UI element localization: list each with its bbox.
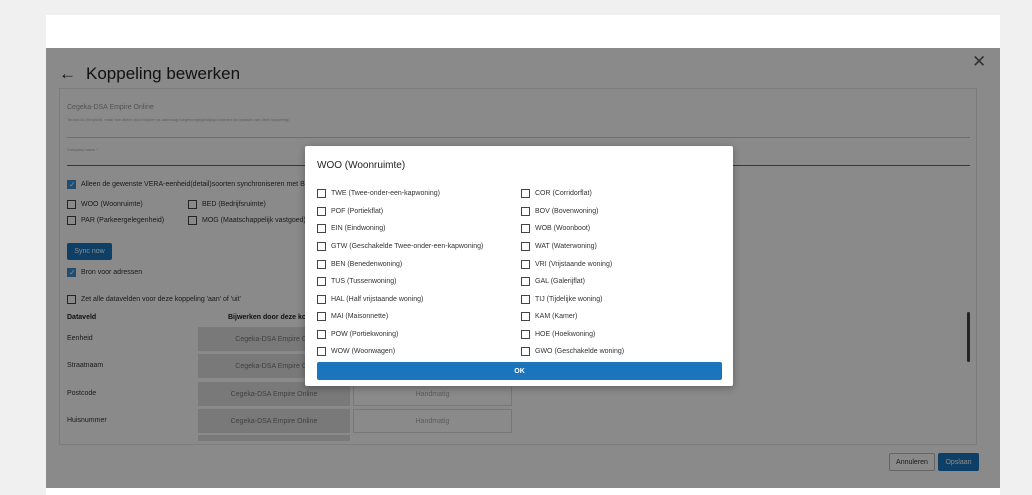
option-label: COR (Corridorflat) [535,190,592,197]
option-label: GTW (Geschakelde Twee-onder-een-kapwonin… [331,243,484,250]
modal-title: WOO (Woonruimte) [317,160,406,171]
option-label: WOW (Woonwagen) [331,348,396,355]
option-label: HAL (Half vrijstaande woning) [331,296,424,303]
option-label: VRI (Vrijstaande woning) [535,261,613,268]
option-label: TUS (Tussenwoning) [331,278,397,285]
option-label: BOV (Bovenwoning) [535,208,599,215]
modal-option[interactable]: TWE (Twee-onder-een-kapwoning) [317,189,440,198]
modal-option[interactable]: POF (Portiekflat) [317,207,383,216]
modal-option[interactable]: BOV (Bovenwoning) [521,207,598,216]
option-label: TWE (Twee-onder-een-kapwoning) [331,190,440,197]
option-checkbox[interactable] [317,189,326,198]
option-label: MAI (Maisonnette) [331,313,389,320]
option-label: GAL (Galerijflat) [535,278,585,285]
option-checkbox[interactable] [521,207,530,216]
modal-option[interactable]: GWO (Geschakelde woning) [521,347,624,356]
option-checkbox[interactable] [317,330,326,339]
option-label: WOB (Woonboot) [535,225,591,232]
option-label: EIN (Eindwoning) [331,225,386,232]
modal-option[interactable]: VRI (Vrijstaande woning) [521,260,612,269]
modal-option[interactable]: MAI (Maisonnette) [317,312,388,321]
modal-option[interactable]: WOB (Woonboot) [521,224,590,233]
option-label: POW (Portiekwoning) [331,331,399,338]
option-checkbox[interactable] [317,260,326,269]
option-checkbox[interactable] [521,242,530,251]
option-checkbox[interactable] [521,295,530,304]
modal-option[interactable]: POW (Portiekwoning) [317,330,398,339]
modal-option[interactable]: WAT (Waterwoning) [521,242,597,251]
modal-option[interactable]: GAL (Galerijflat) [521,277,585,286]
option-checkbox[interactable] [317,295,326,304]
modal-option[interactable]: TUS (Tussenwoning) [317,277,397,286]
modal-option[interactable]: COR (Corridorflat) [521,189,592,198]
option-checkbox[interactable] [521,312,530,321]
option-checkbox[interactable] [521,330,530,339]
option-checkbox[interactable] [521,224,530,233]
option-label: GWO (Geschakelde woning) [535,348,625,355]
modal-option[interactable]: WOW (Woonwagen) [317,347,395,356]
option-checkbox[interactable] [317,207,326,216]
modal-option[interactable]: EIN (Eindwoning) [317,224,385,233]
option-checkbox[interactable] [521,260,530,269]
option-label: TIJ (Tijdelijke woning) [535,296,603,303]
option-checkbox[interactable] [317,224,326,233]
option-label: POF (Portiekflat) [331,208,384,215]
option-label: WAT (Waterwoning) [535,243,597,250]
modal-option[interactable]: BEN (Benedenwoning) [317,260,402,269]
modal-option[interactable]: KAM (Kamer) [521,312,577,321]
modal-option[interactable]: GTW (Geschakelde Twee-onder-een-kapwonin… [317,242,483,251]
option-label: HOE (Hoekwoning) [535,331,596,338]
option-checkbox[interactable] [317,277,326,286]
option-label: BEN (Benedenwoning) [331,261,403,268]
close-icon[interactable]: ✕ [972,52,986,72]
type-select-modal: WOO (Woonruimte) TWE (Twee-onder-een-kap… [305,146,733,386]
modal-option[interactable]: HOE (Hoekwoning) [521,330,595,339]
option-checkbox[interactable] [317,242,326,251]
option-checkbox[interactable] [317,312,326,321]
ok-button[interactable]: OK [317,362,722,380]
option-label: KAM (Kamer) [535,313,578,320]
option-checkbox[interactable] [317,347,326,356]
option-checkbox[interactable] [521,347,530,356]
modal-option[interactable]: TIJ (Tijdelijke woning) [521,295,602,304]
option-checkbox[interactable] [521,189,530,198]
modal-option[interactable]: HAL (Half vrijstaande woning) [317,295,423,304]
option-checkbox[interactable] [521,277,530,286]
